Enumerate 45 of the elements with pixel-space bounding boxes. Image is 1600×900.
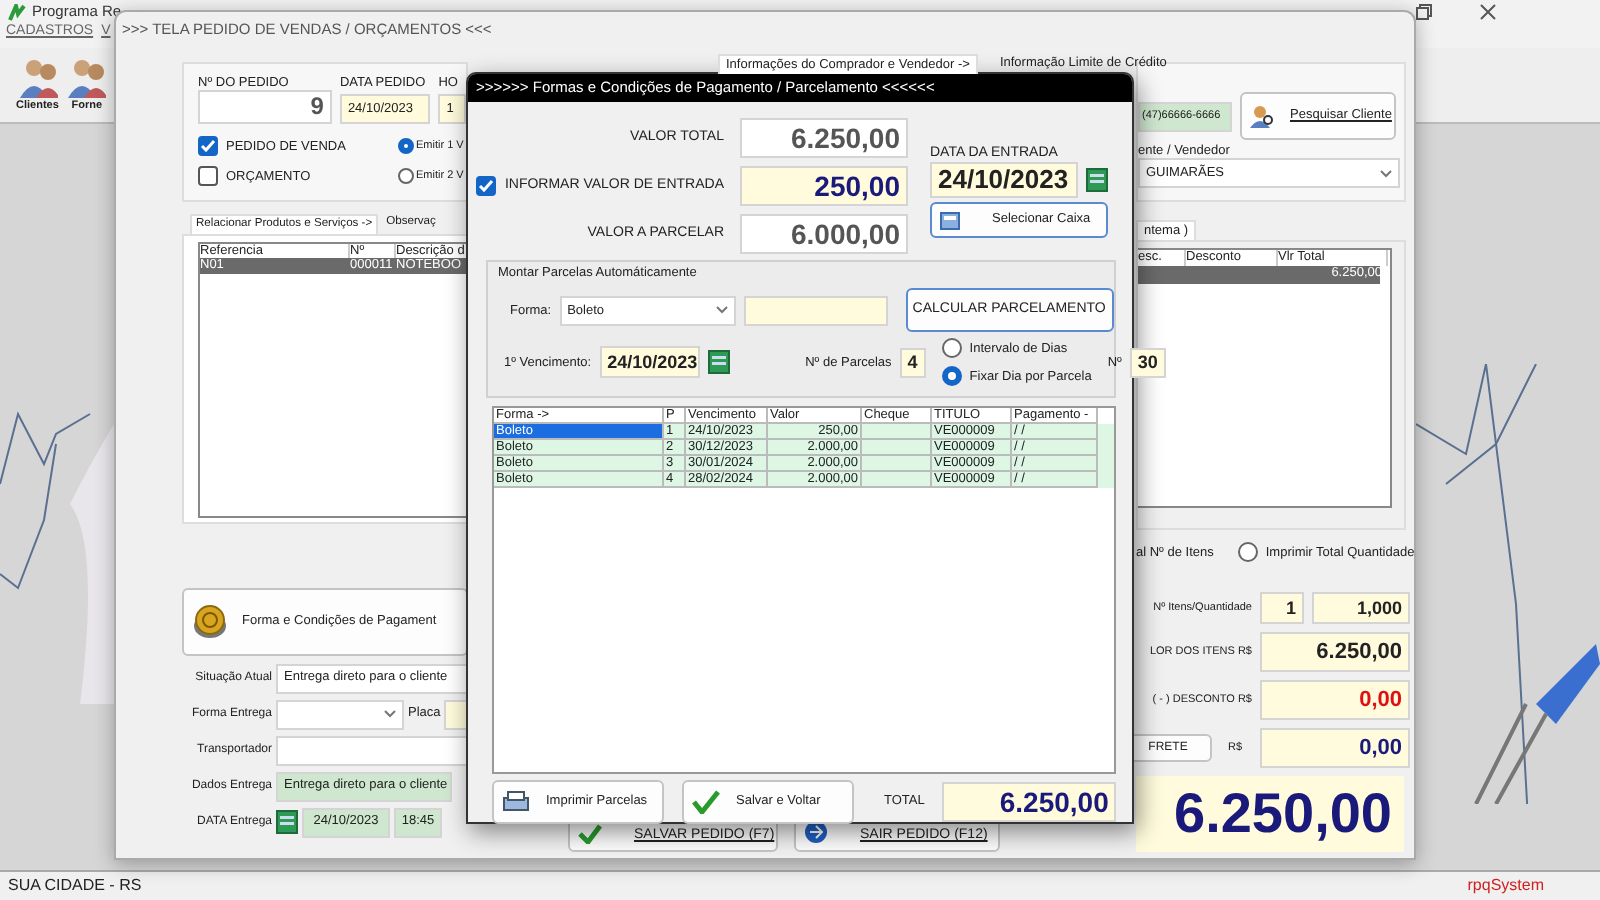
items-total-field: 6.250,00 xyxy=(1260,632,1410,673)
installments-count-field[interactable]: 4 xyxy=(899,347,926,378)
checkbox[interactable] xyxy=(198,136,218,157)
order-number-field[interactable]: 9 xyxy=(198,90,332,125)
items-count-field: 1 xyxy=(1260,592,1304,625)
chevron-down-icon xyxy=(1380,169,1392,178)
radio-button[interactable] xyxy=(1237,542,1258,563)
radio-button[interactable] xyxy=(398,138,414,155)
chevron-down-icon xyxy=(715,306,728,315)
calendar-icon xyxy=(1086,168,1108,193)
status-text: rpqSystem xyxy=(1467,876,1544,896)
person-search-icon xyxy=(1250,104,1274,128)
total-value-field[interactable]: 6.250,00 xyxy=(740,118,908,158)
checkbox[interactable] xyxy=(198,166,218,187)
check-icon xyxy=(578,824,602,844)
restore-icon[interactable] xyxy=(1416,4,1432,20)
coins-icon xyxy=(190,601,230,642)
people-icon xyxy=(17,56,58,100)
calendar-icon xyxy=(276,810,298,835)
radio-button[interactable] xyxy=(941,366,962,387)
chevron-down-icon xyxy=(384,710,396,719)
close-icon[interactable] xyxy=(1480,4,1496,20)
split-value-field[interactable]: 6.000,00 xyxy=(740,214,908,254)
carrier-field[interactable] xyxy=(276,735,468,766)
method-detail-field[interactable] xyxy=(743,295,888,326)
radio-button[interactable] xyxy=(941,338,962,359)
status-text: SUA CIDADE - RS xyxy=(8,876,142,896)
entry-date-field[interactable]: 24/10/2023 xyxy=(930,162,1078,199)
printer-icon xyxy=(502,790,530,814)
register-icon xyxy=(940,211,960,230)
total-field: 6.250,00 xyxy=(942,782,1117,822)
freight-field: 0,00 xyxy=(1260,728,1410,769)
radio-button[interactable] xyxy=(398,168,414,185)
people-icon xyxy=(66,56,107,100)
check-icon xyxy=(692,790,720,814)
quantity-field: 1,000 xyxy=(1312,592,1410,625)
discount-field: 0,00 xyxy=(1260,680,1410,721)
day-field[interactable]: 30 xyxy=(1129,347,1166,378)
down-payment-field[interactable]: 250,00 xyxy=(740,166,908,206)
grand-total-field: 6.250,00 xyxy=(1136,776,1404,853)
plate-field[interactable] xyxy=(444,699,468,730)
first-due-date-field[interactable]: 24/10/2023 xyxy=(599,346,700,379)
calendar-icon xyxy=(707,350,730,375)
app-logo-icon xyxy=(8,3,26,21)
checkbox[interactable] xyxy=(476,176,497,196)
